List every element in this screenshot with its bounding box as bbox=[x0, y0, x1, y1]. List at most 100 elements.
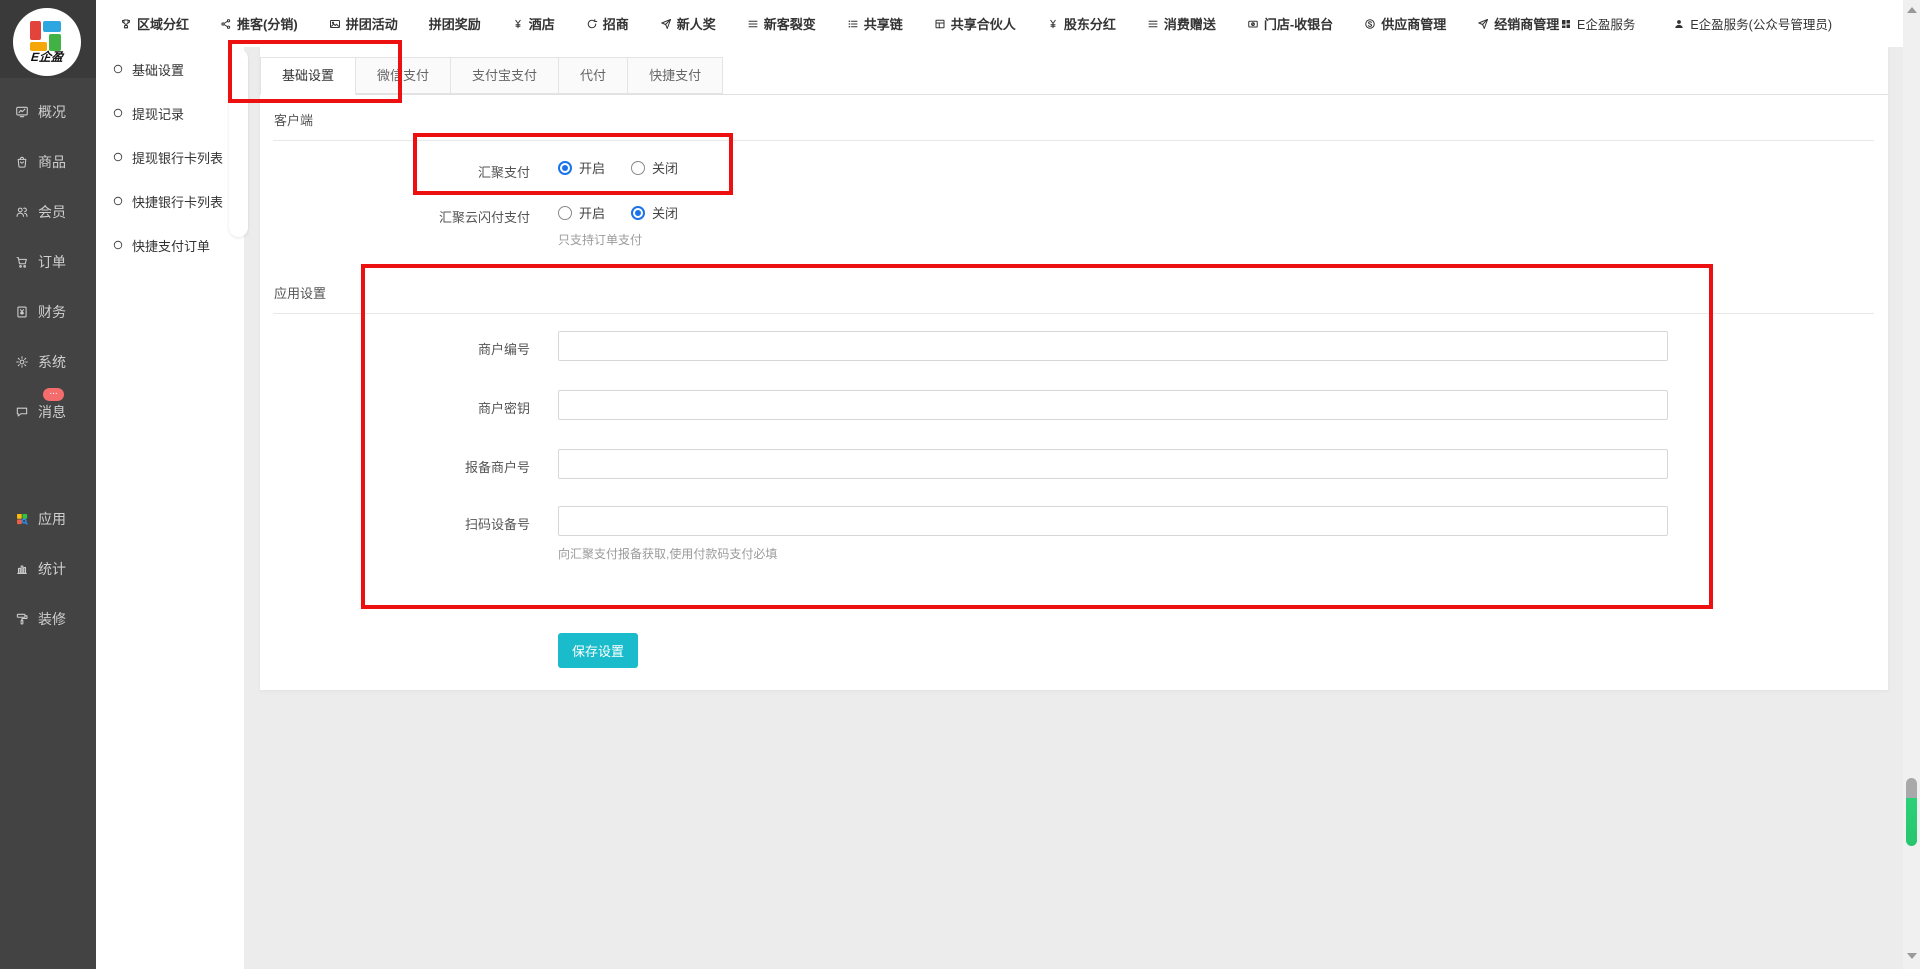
circle-icon bbox=[112, 239, 124, 251]
logo-block[interactable]: E企盈 bbox=[0, 0, 96, 78]
circle-icon bbox=[112, 195, 124, 207]
divider bbox=[273, 140, 1874, 141]
vertical-scrollbar-thumb[interactable] bbox=[1906, 778, 1917, 846]
huiju-pay-on-option[interactable]: 开启 bbox=[558, 158, 605, 177]
topnav-item-new-customer[interactable]: 新客裂变 bbox=[747, 14, 816, 33]
topnav-item-promoter[interactable]: 推客(分销) bbox=[220, 14, 298, 33]
topnav-item-shareholder-dividend[interactable]: 股东分红 bbox=[1047, 14, 1116, 33]
recycle-icon bbox=[586, 18, 598, 30]
tab-daifu[interactable]: 代付 bbox=[559, 57, 628, 94]
client-section-title: 客户端 bbox=[274, 110, 313, 129]
radio-unchecked-icon[interactable] bbox=[631, 161, 645, 175]
huiju-quickpass-off-option[interactable]: 关闭 bbox=[631, 203, 678, 222]
sidebar-item-stats[interactable]: 统计 bbox=[0, 544, 96, 594]
sidebar-item-finance[interactable]: 财务 bbox=[0, 287, 96, 337]
sidebar-item-overview[interactable]: 概况 bbox=[0, 87, 96, 137]
tab-wechat-pay[interactable]: 微信支付 bbox=[356, 57, 451, 94]
tab-quick-pay[interactable]: 快捷支付 bbox=[628, 57, 723, 94]
topnav-item-supplier-mgmt[interactable]: 供应商管理 bbox=[1364, 14, 1446, 33]
huiju-quickpass-label: 汇聚云闪付支付 bbox=[260, 207, 530, 226]
admin-app: E企盈 概况 商品 会员 订单 财务 bbox=[0, 0, 1920, 969]
radio-checked-icon[interactable] bbox=[631, 206, 645, 220]
topnav-item-share-partner[interactable]: 共享合伙人 bbox=[934, 14, 1016, 33]
cash-register-icon bbox=[1247, 18, 1259, 30]
blocks-grid-icon bbox=[1560, 18, 1572, 30]
merchant-id-input[interactable] bbox=[558, 331, 1668, 361]
logo-text: E企盈 bbox=[30, 51, 63, 64]
huiju-pay-off-option[interactable]: 关闭 bbox=[631, 158, 678, 177]
list-icon bbox=[847, 18, 859, 30]
save-settings-button[interactable]: 保存设置 bbox=[558, 633, 638, 668]
radio-unchecked-icon[interactable] bbox=[558, 206, 572, 220]
submenu-item-basic-settings[interactable]: 基础设置 bbox=[96, 47, 244, 91]
sidebar-nav: 概况 商品 会员 订单 财务 系统 bbox=[0, 78, 96, 644]
tab-basic-settings[interactable]: 基础设置 bbox=[260, 57, 356, 95]
sidebar-item-messages[interactable]: 消息 ... bbox=[0, 387, 96, 437]
message-badge: ... bbox=[43, 388, 64, 401]
bar-chart-icon bbox=[15, 562, 29, 576]
topnav-item-newcomer-award[interactable]: 新人奖 bbox=[660, 14, 716, 33]
yen-icon bbox=[1047, 18, 1059, 30]
scan-device-input[interactable] bbox=[558, 506, 1668, 536]
submenu-item-quick-bankcards[interactable]: 快捷银行卡列表 bbox=[96, 179, 244, 223]
topnav-item-hotel[interactable]: 酒店 bbox=[512, 14, 555, 33]
sidebar-item-orders[interactable]: 订单 bbox=[0, 237, 96, 287]
topnav-right: E企盈服务 E企盈服务(公众号管理员) bbox=[1560, 0, 1832, 47]
scan-device-note: 向汇聚支付报备获取,使用付款码支付必填 bbox=[558, 545, 777, 562]
goods-icon bbox=[15, 155, 29, 169]
scroll-down-arrow-icon[interactable] bbox=[1907, 953, 1917, 959]
sidebar-item-system[interactable]: 系统 bbox=[0, 337, 96, 387]
topnav-item-store-cashier[interactable]: 门店-收银台 bbox=[1247, 14, 1333, 33]
divider bbox=[273, 313, 1874, 314]
account-menu[interactable]: E企盈服务(公众号管理员) bbox=[1673, 14, 1832, 33]
settings-tabs: 基础设置 微信支付 支付宝支付 代付 快捷支付 bbox=[260, 57, 1888, 95]
paper-plane-icon bbox=[1477, 18, 1489, 30]
circle-icon bbox=[112, 107, 124, 119]
message-icon bbox=[15, 405, 29, 419]
huiju-quickpass-radio-group: 开启 关闭 bbox=[558, 203, 678, 222]
main-sidebar: E企盈 概况 商品 会员 订单 财务 bbox=[0, 0, 96, 969]
report-merchant-input[interactable] bbox=[558, 449, 1668, 479]
service-menu[interactable]: E企盈服务 bbox=[1560, 14, 1635, 33]
sidebar-item-members[interactable]: 会员 bbox=[0, 187, 96, 237]
radio-checked-icon[interactable] bbox=[558, 161, 572, 175]
huiju-pay-radio-group: 开启 关闭 bbox=[558, 158, 678, 177]
scan-device-label: 扫码设备号 bbox=[260, 514, 530, 533]
paint-roller-icon bbox=[15, 612, 29, 626]
table-icon bbox=[934, 18, 946, 30]
topnav-item-investment[interactable]: 招商 bbox=[586, 14, 629, 33]
system-icon bbox=[15, 355, 29, 369]
overview-icon bbox=[15, 105, 29, 119]
topnav-item-dealer-mgmt[interactable]: 经销商管理 bbox=[1477, 14, 1559, 33]
topnav-item-consumption-gift[interactable]: 消费赠送 bbox=[1147, 14, 1216, 33]
submenu-item-withdraw-records[interactable]: 提现记录 bbox=[96, 91, 244, 135]
orders-icon bbox=[15, 255, 29, 269]
huiju-pay-label: 汇聚支付 bbox=[260, 162, 530, 181]
finance-icon bbox=[15, 305, 29, 319]
sidebar-item-goods[interactable]: 商品 bbox=[0, 137, 96, 187]
submenu-scrollbar-thumb[interactable] bbox=[229, 49, 248, 237]
sidebar-item-decorate[interactable]: 装修 bbox=[0, 594, 96, 644]
app-section-title: 应用设置 bbox=[274, 283, 326, 302]
members-icon bbox=[15, 205, 29, 219]
s-circle-icon bbox=[1364, 18, 1376, 30]
circle-icon bbox=[112, 63, 124, 75]
topnav-item-region-dividend[interactable]: 区域分红 bbox=[120, 14, 189, 33]
topnav-item-group-activity[interactable]: 拼团活动 bbox=[329, 14, 398, 33]
merchant-key-input[interactable] bbox=[558, 390, 1668, 420]
topnav-item-group-reward[interactable]: 拼团奖励 bbox=[429, 14, 481, 33]
app-logo: E企盈 bbox=[13, 8, 81, 76]
apps-grid-icon bbox=[15, 512, 29, 526]
yen-icon bbox=[512, 18, 524, 30]
bars-icon bbox=[1147, 18, 1159, 30]
share-icon bbox=[220, 18, 232, 30]
topnav-item-share-chain[interactable]: 共享链 bbox=[847, 14, 903, 33]
topbar: 区域分红 推客(分销) 拼团活动 拼团奖励 酒店 招商 bbox=[96, 0, 1920, 47]
sidebar-item-apps[interactable]: 应用 bbox=[0, 494, 96, 544]
scroll-up-arrow-icon[interactable] bbox=[1907, 7, 1917, 13]
tab-alipay[interactable]: 支付宝支付 bbox=[451, 57, 559, 94]
submenu-item-withdraw-bankcards[interactable]: 提现银行卡列表 bbox=[96, 135, 244, 179]
submenu-item-quick-pay-orders[interactable]: 快捷支付订单 bbox=[96, 223, 244, 267]
main-content: 基础设置 微信支付 支付宝支付 代付 快捷支付 客户端 汇聚支付 开启 关闭 汇… bbox=[260, 47, 1888, 690]
huiju-quickpass-on-option[interactable]: 开启 bbox=[558, 203, 605, 222]
